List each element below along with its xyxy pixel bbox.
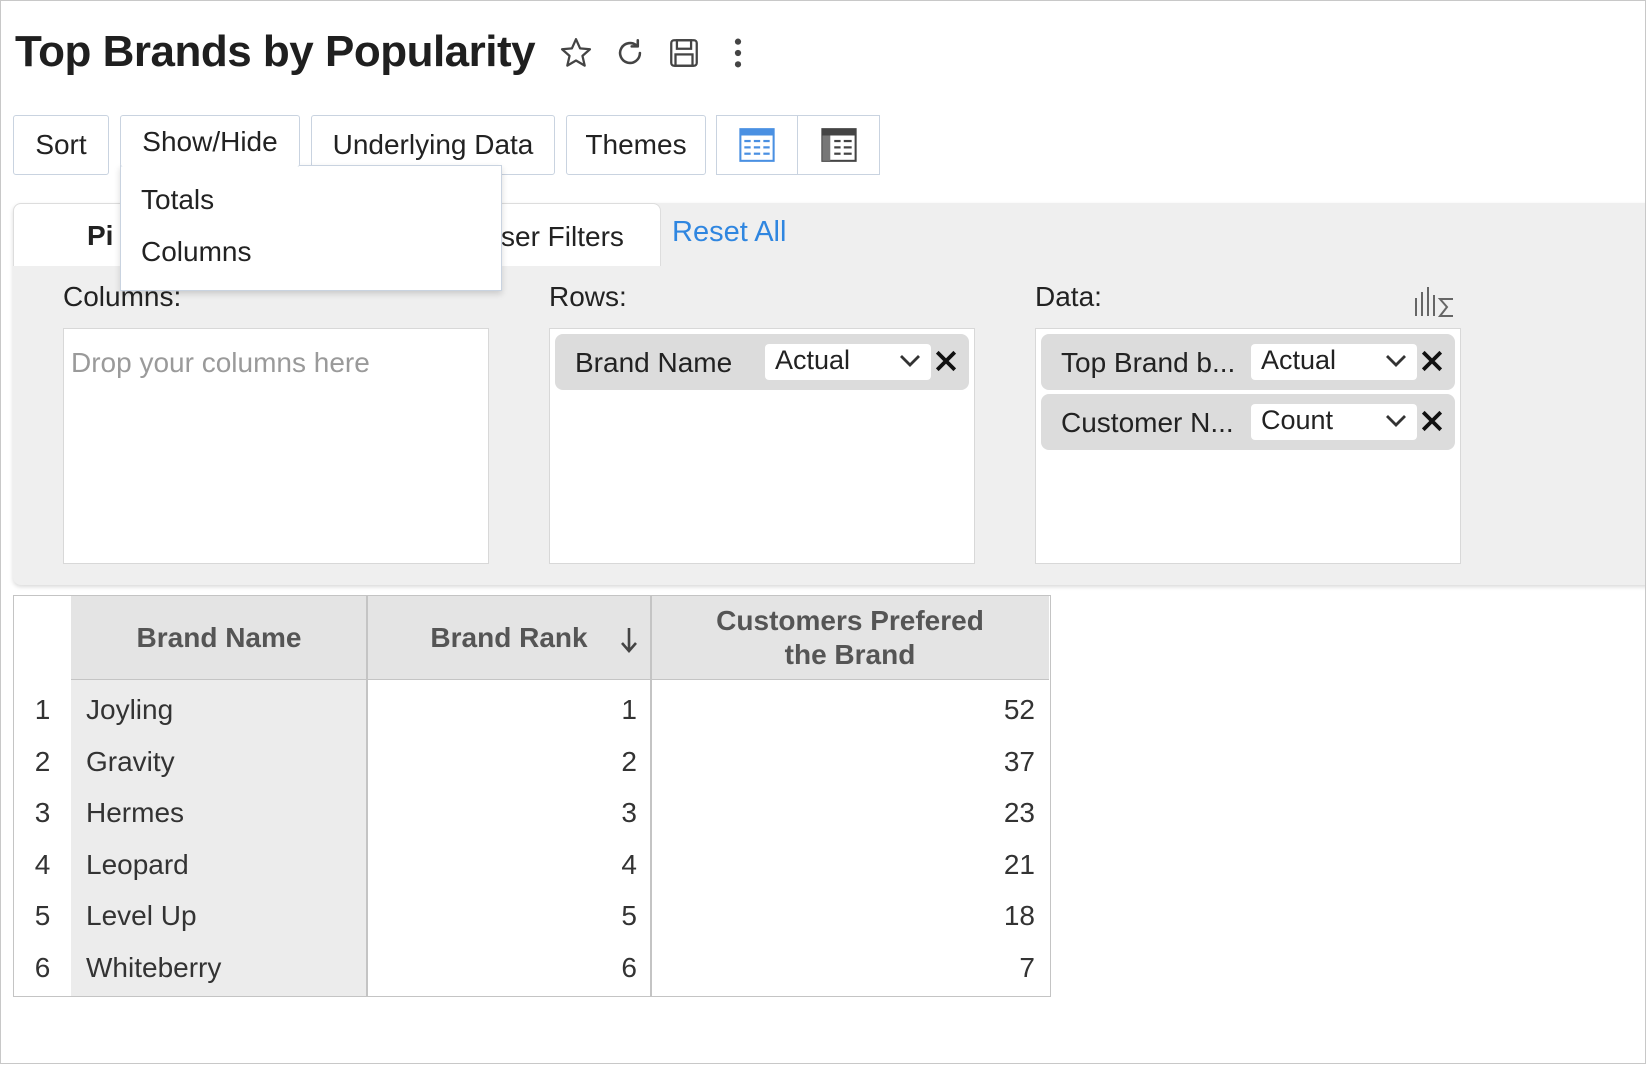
cell-brand-name: Level Up (86, 900, 197, 931)
star-icon[interactable] (556, 33, 596, 73)
header-brand-name[interactable]: Brand Name (71, 596, 367, 680)
show-hide-menu: Totals Columns (120, 165, 502, 291)
row-field-agg-value: Actual (775, 345, 851, 375)
pivot-view-icon[interactable] (716, 115, 798, 175)
row-number: 1 (34, 694, 51, 725)
header-brand-rank-label: Brand Rank (430, 622, 588, 653)
cell-customers: 37 (1003, 745, 1035, 777)
row-field-pill[interactable]: Brand Name Actual (555, 334, 969, 390)
data-field-pill[interactable]: Top Brand b... Actual (1041, 334, 1455, 390)
chevron-down-icon (900, 355, 920, 367)
row-number: 4 (34, 848, 51, 880)
cell-brand-name: Hermes (86, 797, 185, 828)
row-number: 5 (34, 900, 51, 931)
rows-zone-label: Rows: (549, 281, 627, 312)
row-number: 2 (34, 745, 51, 777)
rows-drop-zone[interactable]: Brand Name Actual (549, 328, 975, 564)
cell-brand-rank: 2 (621, 745, 637, 777)
cell-brand-rank: 1 (621, 694, 637, 725)
table-row[interactable]: 3 Hermes 3 23 (14, 787, 1050, 839)
cell-customers: 23 (1003, 797, 1035, 828)
cell-brand-name: Whiteberry (86, 951, 222, 983)
descending-arrow-icon (621, 628, 637, 653)
show-hide-button[interactable]: Show/Hide (120, 115, 300, 167)
cell-brand-rank: 4 (621, 848, 637, 880)
more-vertical-icon[interactable] (718, 33, 758, 73)
data-field-agg-select[interactable]: Actual (1251, 344, 1417, 380)
chevron-down-icon (1386, 355, 1406, 367)
themes-button[interactable]: Themes (566, 115, 706, 175)
data-field-pill[interactable]: Customer N... Count (1041, 394, 1455, 450)
header-customers-line2: the Brand (784, 639, 916, 670)
columns-drop-zone[interactable]: Drop your columns here (63, 328, 489, 564)
close-icon[interactable] (1417, 346, 1447, 376)
summary-sigma-icon[interactable] (1413, 284, 1457, 318)
table-row[interactable]: 5 Level Up 5 18 (14, 890, 1050, 942)
header-brand-name-label: Brand Name (136, 622, 302, 653)
data-zone-label: Data: (1035, 281, 1102, 312)
app-window: Top Brands by Popularity Sort Show/Hide … (0, 0, 1646, 1064)
header-brand-rank[interactable]: Brand Rank (367, 596, 651, 680)
table-row[interactable]: 1 Joyling 1 52 (14, 684, 1050, 736)
cell-customers: 52 (1003, 694, 1035, 725)
save-icon[interactable] (664, 33, 704, 73)
columns-placeholder: Drop your columns here (71, 347, 370, 378)
table-row[interactable]: 4 Leopard 4 21 (14, 839, 1050, 891)
data-field-agg-select[interactable]: Count (1251, 404, 1417, 440)
data-field-name: Customer N... (1061, 407, 1234, 438)
cell-brand-rank: 6 (621, 951, 637, 983)
page-title: Top Brands by Popularity (15, 27, 536, 76)
menu-item-columns[interactable]: Columns (141, 236, 251, 268)
chevron-down-icon (1386, 415, 1406, 427)
table-row[interactable]: 2 Gravity 2 37 (14, 736, 1050, 788)
close-icon[interactable] (1417, 406, 1447, 436)
cell-customers: 7 (1019, 951, 1035, 983)
table-row[interactable]: 6 Whiteberry 6 7 (14, 942, 1050, 994)
cell-customers: 18 (1003, 900, 1035, 931)
menu-item-totals[interactable]: Totals (141, 184, 214, 216)
header-customers[interactable]: Customers Prefered the Brand (651, 596, 1049, 680)
header-actions (556, 33, 758, 73)
cell-brand-name: Joyling (86, 694, 174, 725)
cell-brand-rank: 3 (621, 797, 637, 828)
data-field-name: Top Brand b... (1061, 347, 1236, 378)
tab-pivot-label: Pi (87, 220, 114, 251)
refresh-icon[interactable] (610, 33, 650, 73)
close-icon[interactable] (931, 346, 961, 376)
view-toggle-group (716, 115, 880, 175)
pivot-table: Brand Name Brand Rank Customers Prefered… (13, 595, 1051, 997)
tab-user-filters-label[interactable]: ser Filters (501, 221, 624, 253)
cell-brand-rank: 5 (621, 900, 637, 931)
data-field-agg-value: Count (1261, 405, 1334, 435)
cell-brand-name: Gravity (86, 745, 175, 777)
row-field-name: Brand Name (575, 347, 733, 378)
header-customers-line1: Customers Prefered (716, 605, 984, 636)
cell-customers: 21 (1003, 848, 1035, 880)
cell-brand-name: Leopard (86, 848, 189, 880)
data-drop-zone[interactable]: Top Brand b... Actual Customer N... Coun… (1035, 328, 1461, 564)
reset-all-link[interactable]: Reset All (672, 216, 786, 249)
row-number: 3 (34, 797, 51, 828)
table-view-icon[interactable] (798, 115, 880, 175)
row-number: 6 (34, 951, 51, 983)
sort-button[interactable]: Sort (13, 115, 109, 175)
row-field-agg-select[interactable]: Actual (765, 344, 931, 380)
data-field-agg-value: Actual (1261, 345, 1337, 375)
